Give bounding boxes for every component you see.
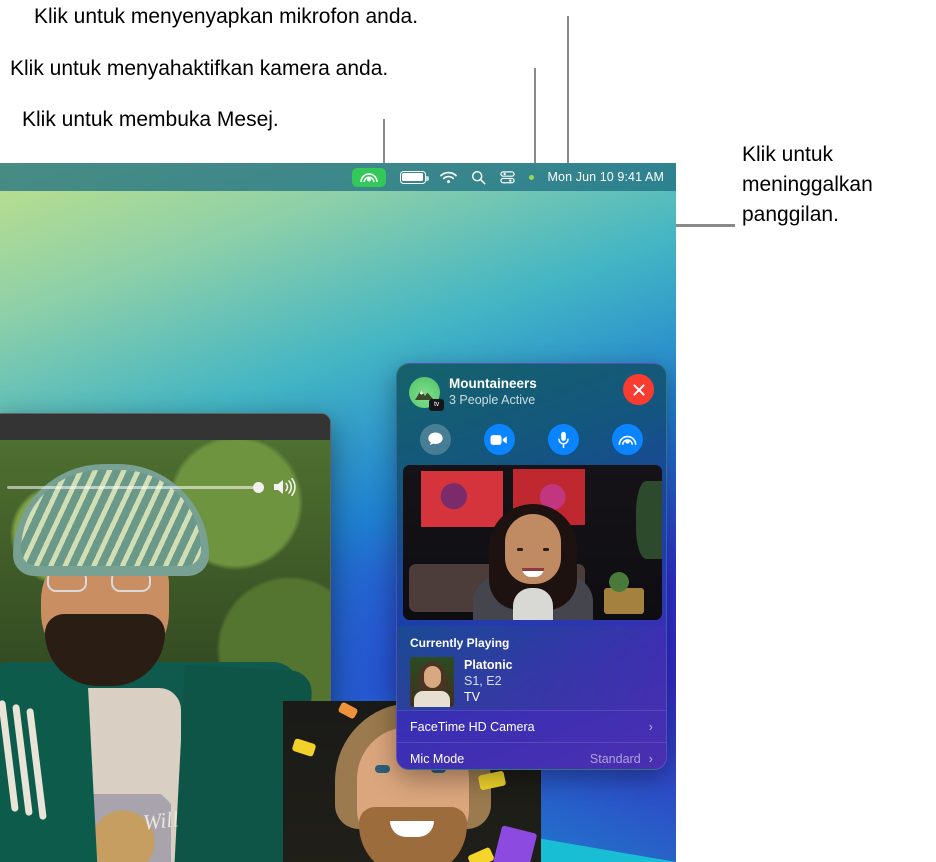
status-dot <box>528 174 534 180</box>
microphone-icon <box>558 431 569 448</box>
camera-button[interactable] <box>483 424 515 455</box>
call-panel-header: tv Mountaineers 3 People Active <box>397 364 666 460</box>
menu-bar-clock[interactable]: Mon Jun 10 9:41 AM <box>548 170 664 184</box>
control-center-icon[interactable] <box>499 170 515 185</box>
row-mic-mode[interactable]: Mic Mode Standard › <box>397 743 666 769</box>
show-artwork <box>410 657 454 707</box>
desktop-screen: Mon Jun 10 9:41 AM Will tv Mountaineers … <box>0 163 676 862</box>
show-source: TV <box>464 690 480 704</box>
player-subject: Will <box>0 464 313 862</box>
player-titlebar <box>0 414 330 440</box>
video-player-window[interactable]: Will <box>0 413 331 862</box>
callout-camera: Klik untuk menyahaktifkan kamera anda. <box>10 57 389 80</box>
call-participants-count: 3 People Active <box>449 393 536 407</box>
call-title: Mountaineers <box>449 376 537 391</box>
shareplay-icon <box>618 435 637 445</box>
wifi-icon[interactable] <box>439 171 457 184</box>
volume-slider-knob[interactable] <box>253 481 264 493</box>
row-label: Mic Mode <box>410 751 465 766</box>
callout-messages: Klik untuk membuka Mesej. <box>22 108 279 131</box>
call-action-buttons <box>397 424 666 455</box>
show-title: Platonic <box>464 658 513 672</box>
currently-playing-header: Currently Playing <box>410 636 510 650</box>
currently-playing-section[interactable]: Currently Playing Platonic S1, E2 TV <box>397 626 666 710</box>
speaker-volume-icon[interactable] <box>271 477 297 497</box>
show-episode: S1, E2 <box>464 674 502 688</box>
battery-icon[interactable] <box>399 170 429 184</box>
screenshot-root: Klik untuk menyenyapkan mikrofon anda. K… <box>0 0 936 862</box>
player-video-stage: Will <box>0 440 330 862</box>
callout-leave-call: Klik untuk meninggalkan panggilan. <box>742 143 873 226</box>
apple-tv-badge: tv <box>429 398 444 411</box>
active-speaker-video[interactable] <box>403 465 662 620</box>
chevron-right-icon: › <box>648 751 653 766</box>
leave-call-button[interactable] <box>623 374 654 405</box>
callout-microphone: Klik untuk menyenyapkan mikrofon anda. <box>34 5 419 28</box>
screen-sharing-icon[interactable] <box>351 167 386 187</box>
avatar: tv <box>409 376 444 411</box>
row-value: Standard <box>589 751 641 766</box>
row-label: FaceTime HD Camera <box>410 719 535 734</box>
microphone-button[interactable] <box>548 424 580 455</box>
volume-slider[interactable] <box>7 476 297 498</box>
share-play-button[interactable] <box>612 424 644 455</box>
chevron-right-icon: › <box>648 719 653 734</box>
menu-bar: Mon Jun 10 9:41 AM <box>0 163 676 191</box>
messages-button[interactable] <box>419 424 451 455</box>
jacket-script-text: Will <box>141 806 180 835</box>
chat-bubble-icon <box>427 432 443 446</box>
close-icon <box>632 383 645 396</box>
search-icon[interactable] <box>471 170 486 185</box>
video-camera-icon <box>490 434 508 445</box>
row-facetime-hd-camera[interactable]: FaceTime HD Camera › <box>397 711 666 742</box>
facetime-control-center-panel[interactable]: tv Mountaineers 3 People Active Currentl… <box>396 363 667 770</box>
